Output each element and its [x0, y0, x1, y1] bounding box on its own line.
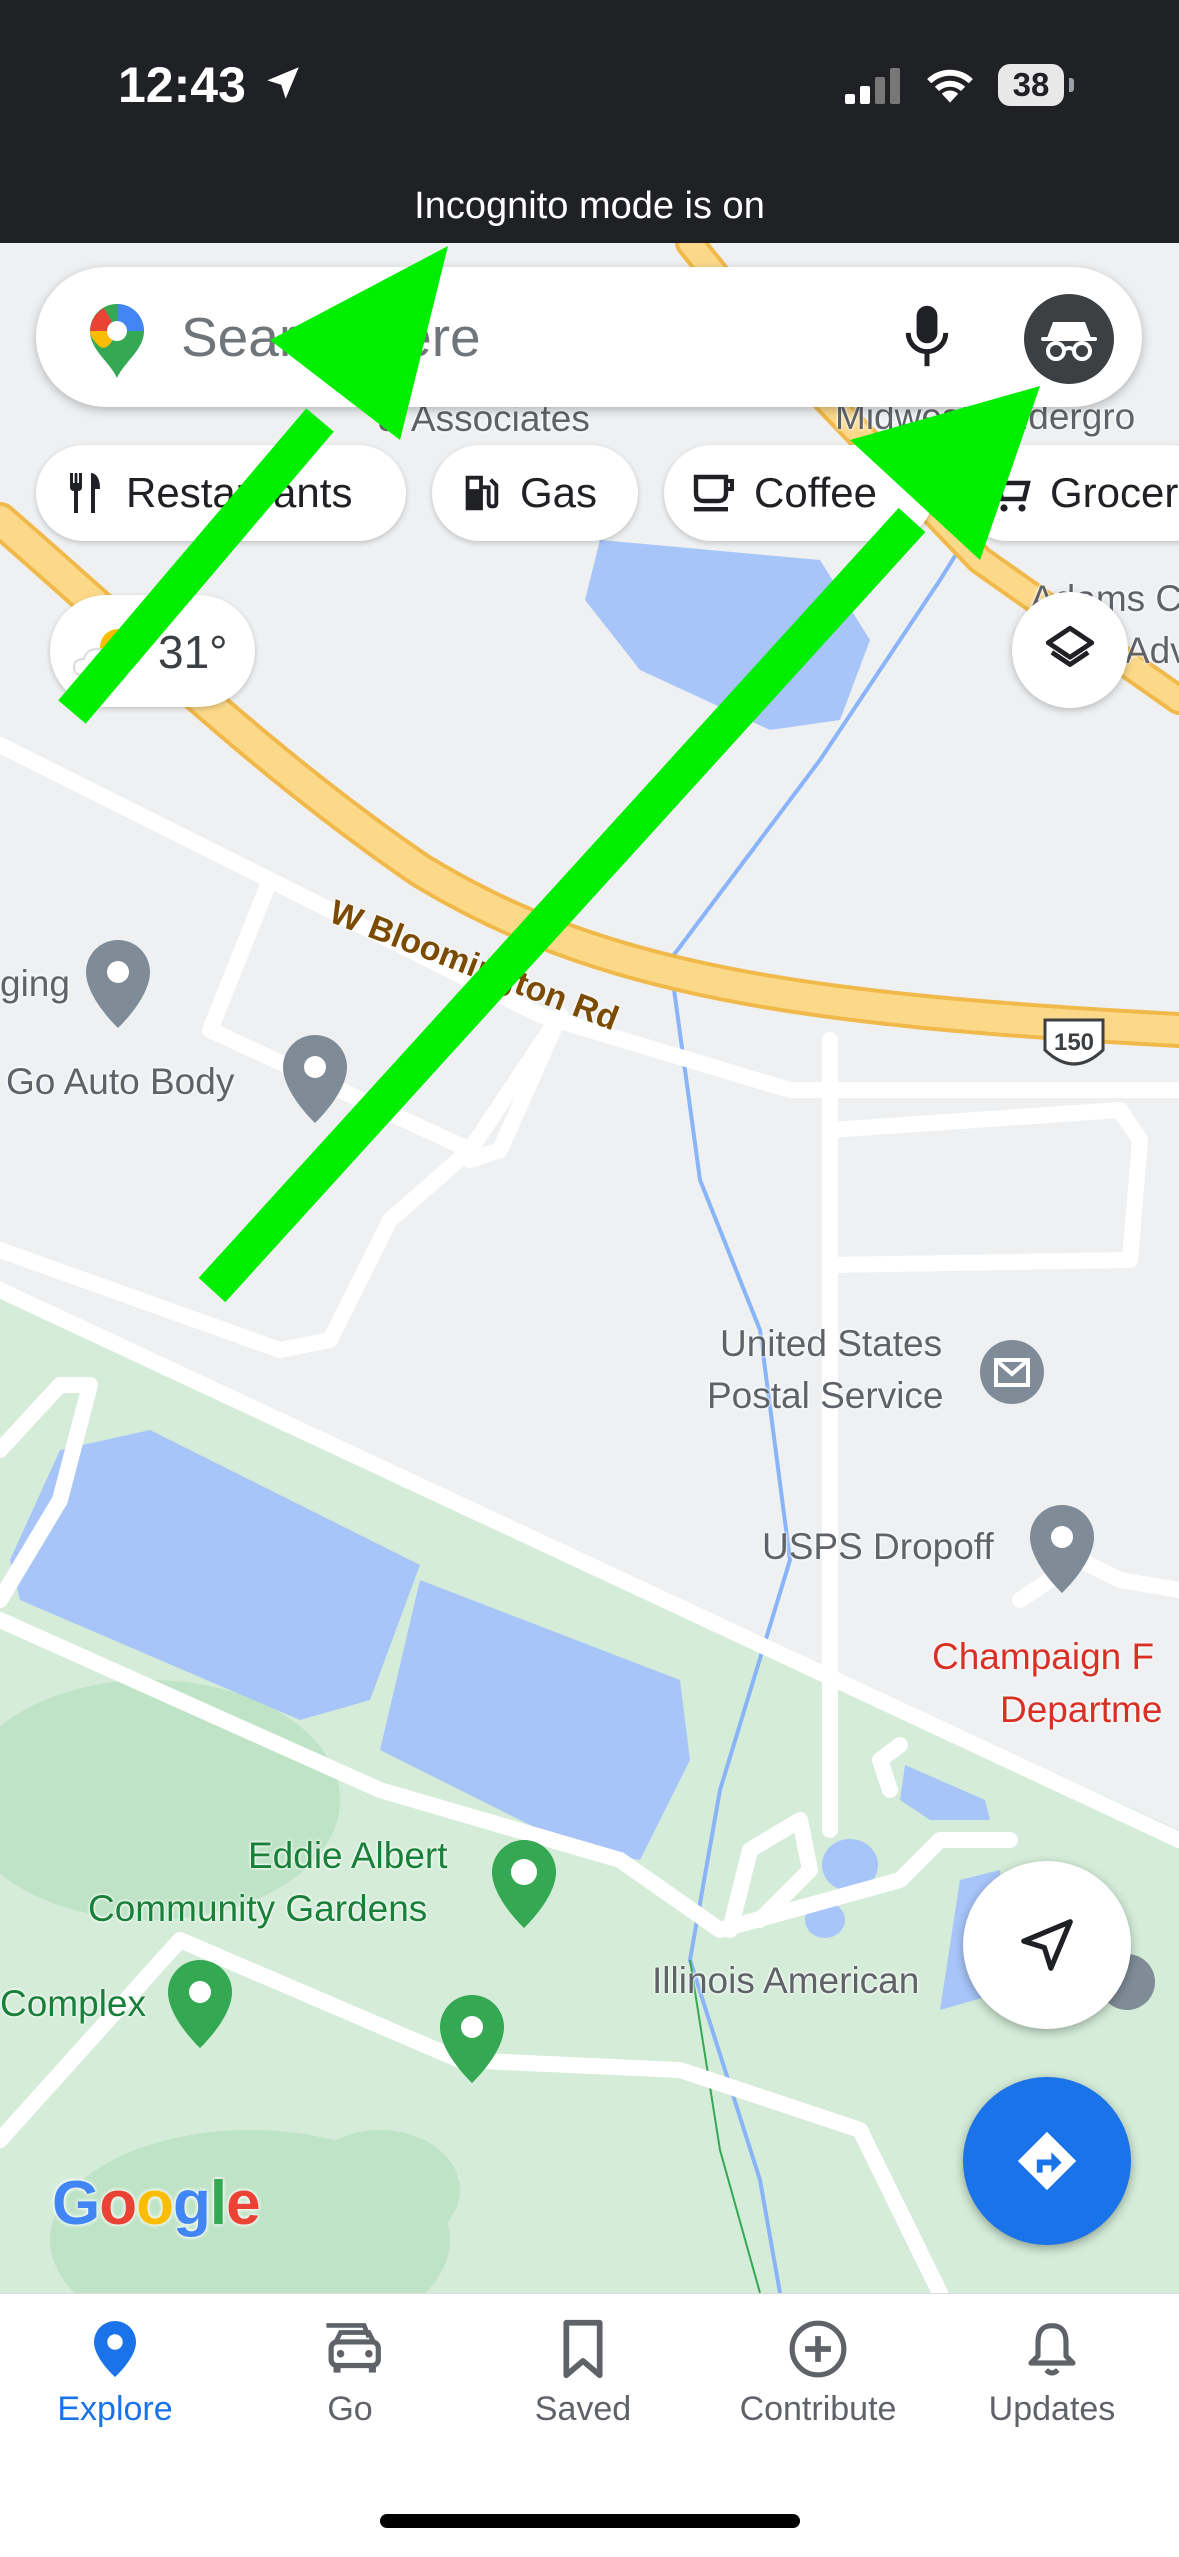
google-maps-logo-icon — [90, 304, 144, 378]
map-label-go-auto-body[interactable]: Go Auto Body — [6, 1061, 234, 1103]
wifi-icon — [927, 69, 973, 103]
chip-label: Restaurants — [126, 469, 353, 516]
gas-pump-icon — [465, 475, 499, 511]
chip-coffee[interactable]: Coffee — [664, 445, 934, 541]
map-label-eddie-albert-1[interactable]: Eddie Albert — [248, 1835, 448, 1877]
chip-restaurants[interactable]: Restaurants — [36, 445, 406, 541]
incognito-account-button[interactable] — [1024, 294, 1114, 384]
incognito-banner: Incognito mode is on — [414, 185, 765, 227]
my-location-button[interactable] — [963, 1861, 1131, 2029]
nav-label: Explore — [57, 2390, 173, 2428]
map-label-adams-2[interactable]: Adv — [1125, 630, 1179, 672]
nav-updates[interactable]: Updates — [952, 2318, 1152, 2429]
map-label-champaign-1[interactable]: Champaign F — [932, 1636, 1154, 1678]
bell-icon — [1028, 2323, 1076, 2376]
map-label-usps-2[interactable]: Postal Service — [707, 1375, 944, 1417]
shopping-cart-icon — [990, 472, 1031, 512]
weather-temperature: 31° — [158, 626, 228, 678]
home-indicator[interactable] — [380, 2514, 800, 2528]
search-input[interactable]: Search here — [181, 305, 481, 369]
microphone-icon[interactable] — [902, 303, 952, 371]
chip-label: Coffee — [754, 469, 877, 516]
status-bar: 12:43 38 Incognito mode is on — [0, 0, 1179, 243]
bookmark-icon — [563, 2319, 603, 2379]
status-time: 12:43 — [118, 57, 246, 113]
map-label-complex[interactable]: Complex — [0, 1983, 146, 2025]
nav-explore[interactable]: Explore — [15, 2318, 215, 2429]
layers-button[interactable] — [1012, 592, 1128, 708]
weather-chip[interactable]: 31° — [50, 595, 255, 707]
directions-button[interactable] — [963, 2077, 1131, 2245]
google-logo: Google — [52, 2169, 261, 2238]
cellular-signal-icon — [845, 68, 900, 104]
location-pin-icon — [94, 2321, 136, 2377]
nav-go[interactable]: Go — [250, 2318, 450, 2429]
chip-gas[interactable]: Gas — [432, 445, 638, 541]
nav-label: Saved — [534, 2390, 632, 2428]
navigation-arrow-icon — [1021, 1919, 1073, 1971]
incognito-icon — [1041, 322, 1097, 361]
location-arrow-icon — [267, 67, 299, 99]
map-label-eddie-albert-2[interactable]: Community Gardens — [88, 1888, 427, 1930]
directions-icon — [1017, 2131, 1077, 2191]
coffee-cup-icon — [693, 474, 734, 512]
map-label-lodging[interactable]: ging — [0, 963, 70, 1005]
plus-circle-icon — [789, 2320, 847, 2378]
battery-tip — [1069, 78, 1074, 92]
nav-label: Contribute — [739, 2390, 897, 2428]
chip-groceries[interactable]: Groceries — [960, 445, 1179, 541]
nav-saved[interactable]: Saved — [483, 2318, 683, 2429]
layers-icon — [1045, 625, 1095, 667]
fork-knife-icon — [70, 473, 100, 513]
car-icon — [326, 2323, 381, 2373]
partly-sunny-icon — [72, 629, 136, 676]
map-label-usps-dropoff[interactable]: USPS Dropoff — [762, 1526, 994, 1568]
search-bar[interactable]: Search here — [36, 267, 1142, 407]
nav-label: Updates — [988, 2390, 1116, 2428]
nav-contribute[interactable]: Contribute — [718, 2318, 918, 2429]
map-label-usps-1[interactable]: United States — [720, 1323, 942, 1365]
nav-label: Go — [327, 2390, 373, 2428]
route-150-shield: 150 — [1054, 1029, 1094, 1056]
map-label-illinois-american[interactable]: Illinois American — [652, 1960, 919, 2002]
chip-label: Gas — [520, 469, 598, 516]
battery-indicator: 38 — [998, 64, 1064, 106]
map-label-champaign-2[interactable]: Departme — [1000, 1689, 1162, 1731]
chip-label: Groceries — [1050, 469, 1179, 516]
